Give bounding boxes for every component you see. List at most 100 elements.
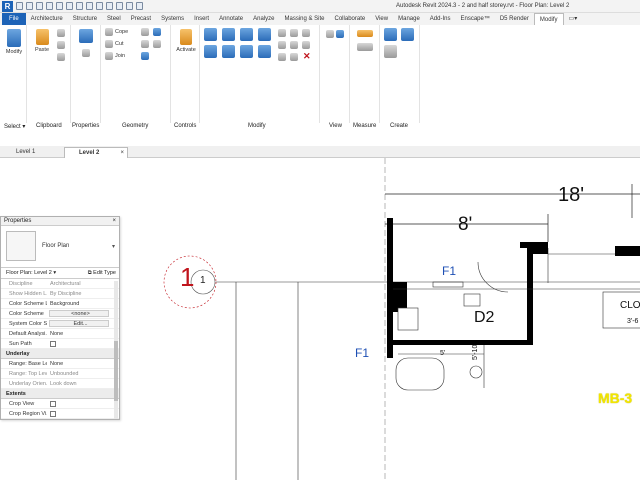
- cut-clipboard-icon[interactable]: [57, 29, 65, 37]
- property-value[interactable]: Look down: [47, 379, 111, 388]
- trim-extend-icon[interactable]: [258, 45, 271, 58]
- tab-massing-site[interactable]: Massing & Site: [279, 13, 329, 25]
- type-properties-icon[interactable]: [82, 49, 90, 57]
- properties-scrollbar[interactable]: [114, 281, 118, 419]
- tab-insert[interactable]: Insert: [189, 13, 214, 25]
- dimension-5ft[interactable]: 5': [440, 350, 445, 357]
- properties-button[interactable]: [77, 29, 95, 45]
- property-checkbox[interactable]: [47, 399, 111, 408]
- create-parts-icon[interactable]: [401, 28, 414, 41]
- close-hidden-icon[interactable]: [126, 2, 133, 10]
- save-icon[interactable]: [26, 2, 33, 10]
- revit-logo-icon[interactable]: R: [2, 1, 13, 12]
- measure-tape-icon[interactable]: [357, 30, 373, 37]
- scale-icon[interactable]: [290, 53, 298, 61]
- dimension-8ft[interactable]: 8': [458, 214, 472, 236]
- sync-icon[interactable]: [36, 2, 43, 10]
- tab-file[interactable]: File: [2, 13, 26, 25]
- property-value[interactable]: None: [47, 329, 111, 338]
- window-tag-f1-left[interactable]: F1: [355, 346, 369, 360]
- property-value[interactable]: Background: [47, 299, 111, 308]
- property-row[interactable]: Color Scheme L...Background: [1, 299, 119, 309]
- trim-multiple-icon[interactable]: [290, 41, 298, 49]
- redo-icon[interactable]: [56, 2, 63, 10]
- copy-clipboard-icon[interactable]: [57, 41, 65, 49]
- property-row[interactable]: Sun Path: [1, 339, 119, 349]
- paste-button[interactable]: Paste: [33, 29, 51, 53]
- copy-icon[interactable]: [222, 45, 235, 58]
- tab-precast[interactable]: Precast: [126, 13, 156, 25]
- section-extents[interactable]: Extents: [1, 389, 119, 399]
- property-row[interactable]: Annotation Crop: [1, 419, 119, 420]
- create-assembly-icon[interactable]: [384, 28, 397, 41]
- property-value[interactable]: None: [47, 359, 111, 368]
- property-button[interactable]: Edit...: [49, 320, 109, 327]
- tab-level-1[interactable]: Level 1: [2, 147, 62, 158]
- property-row[interactable]: System Color S...Edit...: [1, 319, 119, 329]
- activate-button[interactable]: Activate: [173, 29, 199, 53]
- property-row[interactable]: Underlay Orien... Look down: [1, 379, 119, 389]
- undo-icon[interactable]: [46, 2, 53, 10]
- tab-annotate[interactable]: Annotate: [214, 13, 248, 25]
- text-icon[interactable]: [96, 2, 103, 10]
- tab-steel[interactable]: Steel: [102, 13, 126, 25]
- remove-paint-icon[interactable]: [141, 52, 149, 60]
- rotate-icon[interactable]: [240, 45, 253, 58]
- section-icon[interactable]: [116, 2, 123, 10]
- trim-single-icon[interactable]: [278, 41, 286, 49]
- property-checkbox[interactable]: [47, 339, 111, 348]
- switch-windows-icon[interactable]: [136, 2, 143, 10]
- tab-modify[interactable]: Modify: [533, 13, 564, 25]
- move-icon[interactable]: [204, 45, 217, 58]
- unpin-icon[interactable]: [302, 41, 310, 49]
- tab-enscape[interactable]: Enscape™: [455, 13, 494, 25]
- property-value[interactable]: By Discipline: [47, 289, 111, 298]
- dimension-18ft[interactable]: 18': [558, 184, 584, 207]
- tab-add-ins[interactable]: Add-Ins: [425, 13, 456, 25]
- override-graphics-icon[interactable]: [336, 30, 344, 38]
- section-underlay[interactable]: Underlay: [1, 349, 119, 359]
- property-row[interactable]: Crop View: [1, 399, 119, 409]
- tab-architecture[interactable]: Architecture: [26, 13, 68, 25]
- cut-geometry-button[interactable]: Cut: [105, 40, 124, 48]
- demolish-icon[interactable]: [153, 40, 161, 48]
- delete-icon[interactable]: ✕: [303, 51, 311, 62]
- mirror-draw-icon[interactable]: [258, 28, 271, 41]
- split-gap-icon[interactable]: [290, 29, 298, 37]
- door-tag-d2[interactable]: D2: [474, 309, 494, 327]
- tab-manage[interactable]: Manage: [393, 13, 425, 25]
- edit-type-button[interactable]: ⧉ Edit Type: [88, 268, 116, 279]
- pin-icon[interactable]: [302, 29, 310, 37]
- property-button[interactable]: <none>: [49, 310, 109, 317]
- tab-d5-render[interactable]: D5 Render: [495, 13, 534, 25]
- select-group-label[interactable]: Select ▾: [4, 123, 25, 130]
- aligned-dimension-icon[interactable]: [357, 43, 373, 51]
- property-value[interactable]: Architectural: [47, 279, 111, 288]
- split-element-icon[interactable]: [278, 29, 286, 37]
- join-button[interactable]: Join: [105, 52, 125, 60]
- property-row[interactable]: Color Scheme <none>: [1, 309, 119, 319]
- create-group-icon[interactable]: [384, 45, 397, 58]
- grid-bubble-number[interactable]: 1: [180, 262, 194, 293]
- property-row[interactable]: Range: Base Le...None: [1, 359, 119, 369]
- property-checkbox[interactable]: [47, 419, 111, 420]
- checkbox[interactable]: [50, 341, 56, 347]
- type-dropdown-icon[interactable]: ▾: [112, 243, 115, 250]
- split-face-icon[interactable]: [141, 28, 149, 36]
- paint-icon[interactable]: [153, 28, 161, 36]
- cope-button[interactable]: Cope: [105, 28, 128, 36]
- filter-dropdown-icon[interactable]: ▾: [53, 270, 56, 276]
- type-selector[interactable]: Floor Plan ▾: [1, 226, 119, 268]
- array-icon[interactable]: [278, 53, 286, 61]
- property-row[interactable]: Show Hidden L... By Discipline: [1, 289, 119, 299]
- dimension-icon[interactable]: [86, 2, 93, 10]
- tab-level-2[interactable]: Level 2 ×: [64, 147, 128, 158]
- close-properties-icon[interactable]: ×: [112, 217, 116, 226]
- property-row[interactable]: Discipline Architectural: [1, 279, 119, 289]
- 3d-view-icon[interactable]: [106, 2, 113, 10]
- property-value[interactable]: Unbounded: [47, 369, 111, 378]
- open-icon[interactable]: [16, 2, 23, 10]
- match-properties-icon[interactable]: [57, 53, 65, 61]
- dimension-5-10[interactable]: 5'-10: [472, 345, 479, 360]
- offset-icon[interactable]: [222, 28, 235, 41]
